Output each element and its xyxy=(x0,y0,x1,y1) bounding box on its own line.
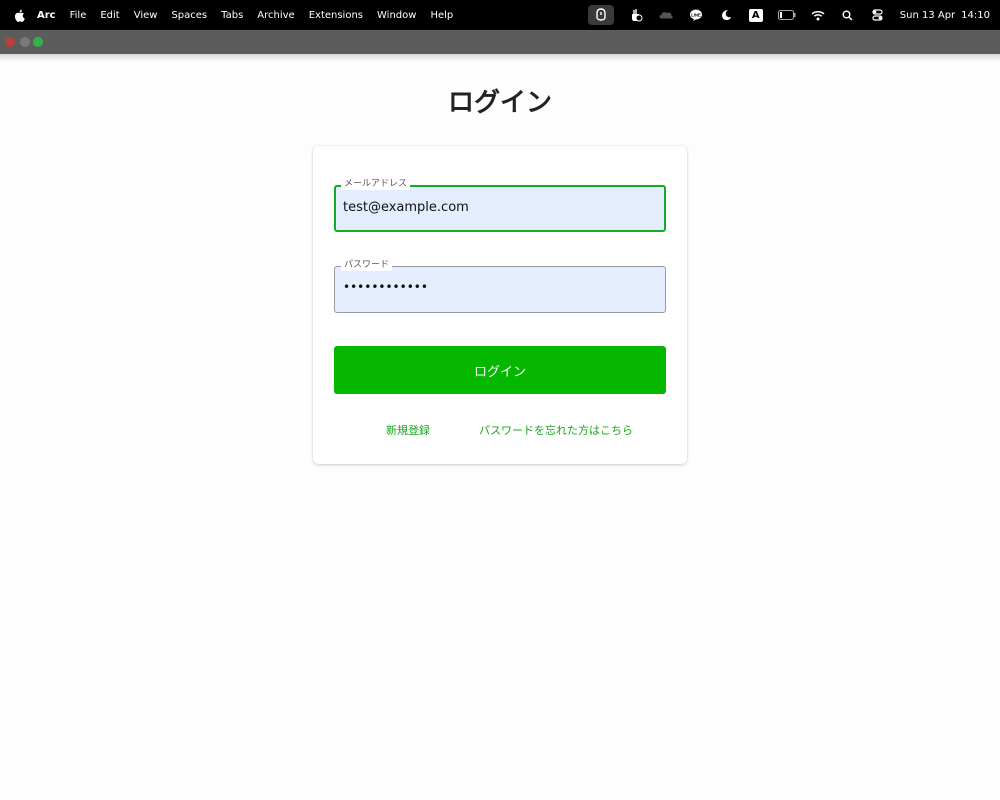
line-icon[interactable]: LINE xyxy=(688,7,704,23)
keyboard-input-icon[interactable]: A xyxy=(748,7,764,23)
apple-icon[interactable] xyxy=(13,8,25,22)
keyboard-input-label: A xyxy=(748,8,763,22)
control-center-icon[interactable] xyxy=(870,7,886,23)
gesture-icon[interactable] xyxy=(628,7,644,23)
menu-spaces[interactable]: Spaces xyxy=(171,10,207,21)
battery-icon[interactable] xyxy=(777,7,796,23)
cloud-icon[interactable] xyxy=(658,7,674,23)
search-icon[interactable] xyxy=(840,7,856,23)
clock-date: Sun 13 Apr xyxy=(899,9,956,21)
email-input[interactable]: test@example.com xyxy=(343,200,469,215)
menu-edit[interactable]: Edit xyxy=(100,10,119,21)
menu-app-name[interactable]: Arc xyxy=(37,10,56,21)
wifi-icon[interactable] xyxy=(810,7,826,23)
cursor-app-icon[interactable] xyxy=(587,5,614,25)
auth-links: 新規登録 パスワードを忘れた方はこちら xyxy=(313,422,687,438)
page-title: ログイン xyxy=(447,88,552,118)
forgot-password-link[interactable]: パスワードを忘れた方はこちら xyxy=(479,422,633,438)
menu-window[interactable]: Window xyxy=(377,10,416,21)
email-field[interactable]: メールアドレス test@example.com xyxy=(334,178,666,232)
password-field-label: パスワード xyxy=(341,259,393,271)
password-input[interactable]: •••••••••••• xyxy=(343,280,428,294)
moon-icon[interactable] xyxy=(718,7,734,23)
menu-clock[interactable]: Sun 13 Apr 14:10 xyxy=(900,10,990,21)
menu-bar: Arc File Edit View Spaces Tabs Archive E… xyxy=(0,0,1000,30)
maximize-window-button[interactable] xyxy=(33,37,43,47)
menu-tabs[interactable]: Tabs xyxy=(221,10,243,21)
close-window-button[interactable] xyxy=(5,37,15,47)
window-title-bar xyxy=(0,30,1000,54)
menu-file[interactable]: File xyxy=(70,10,87,21)
minimize-window-button[interactable] xyxy=(20,37,30,47)
clock-time: 14:10 xyxy=(961,9,990,21)
menu-help[interactable]: Help xyxy=(430,10,453,21)
password-field[interactable]: パスワード •••••••••••• xyxy=(334,259,666,313)
login-card: メールアドレス test@example.com パスワード •••••••••… xyxy=(313,146,687,464)
menu-archive[interactable]: Archive xyxy=(257,10,294,21)
menu-view[interactable]: View xyxy=(134,10,158,21)
svg-text:LINE: LINE xyxy=(691,12,701,17)
login-button[interactable]: ログイン xyxy=(334,346,666,394)
window-edge-shadow xyxy=(0,54,1000,62)
email-field-label: メールアドレス xyxy=(341,178,411,190)
register-link[interactable]: 新規登録 xyxy=(386,422,430,438)
menu-extensions[interactable]: Extensions xyxy=(309,10,363,21)
